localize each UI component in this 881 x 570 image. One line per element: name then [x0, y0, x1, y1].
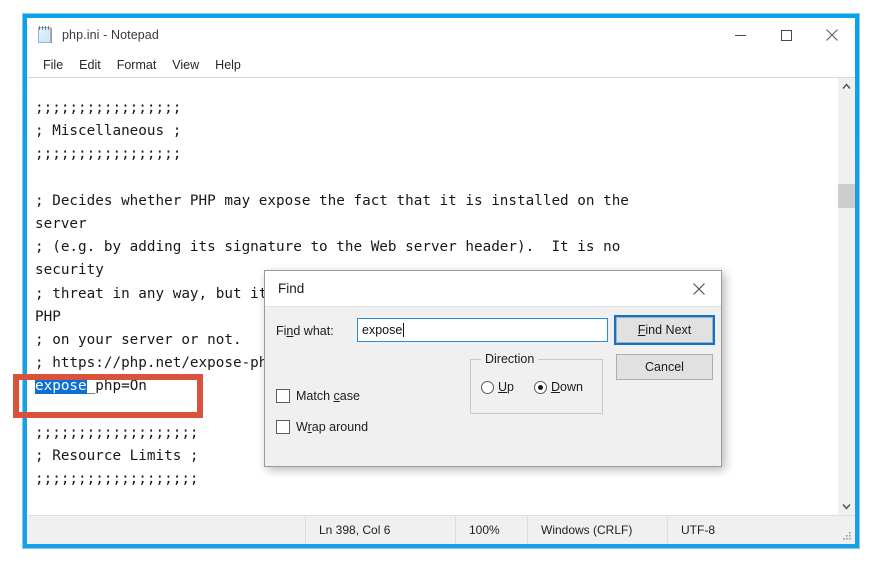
editor-line: ; (e.g. by adding its signature to the W…	[35, 236, 837, 259]
resize-grip-icon[interactable]	[841, 530, 852, 541]
status-bar: Ln 398, Col 6 100% Windows (CRLF) UTF-8	[27, 515, 855, 544]
notepad-window: php.ini - Notepad File Edit Format View …	[27, 18, 855, 544]
selected-text: expose	[35, 378, 87, 394]
wrap-around-label: Wrap around	[296, 420, 368, 434]
status-line-ending: Windows (CRLF)	[528, 516, 668, 544]
chevron-down-icon[interactable]	[838, 498, 855, 515]
direction-group: Direction Up Down	[470, 359, 603, 414]
editor-line: ;;;;;;;;;;;;;;;;;;;	[35, 468, 837, 491]
find-dialog-close-icon[interactable]	[676, 271, 721, 306]
title-bar[interactable]: php.ini - Notepad	[27, 18, 855, 52]
window-controls	[717, 18, 855, 52]
radio-down-label: Down	[551, 380, 583, 394]
radio-down-mark	[534, 381, 547, 394]
notepad-icon	[36, 26, 54, 44]
status-encoding: UTF-8	[668, 516, 768, 544]
find-dialog[interactable]: Find Find what: expose Find Next Cancel …	[264, 270, 722, 467]
find-what-label: Find what:	[276, 324, 334, 338]
text-caret	[403, 323, 404, 337]
cancel-button[interactable]: Cancel	[616, 354, 713, 380]
editor-line: ;;;;;;;;;;;;;;;;;	[35, 97, 837, 120]
window-title: php.ini - Notepad	[62, 28, 159, 42]
menu-item-format[interactable]: Format	[109, 56, 165, 74]
menu-bar: File Edit Format View Help	[27, 52, 855, 77]
vertical-scrollbar[interactable]	[837, 78, 855, 515]
editor-line: ; Miscellaneous ;	[35, 120, 837, 143]
menu-item-file[interactable]: File	[35, 56, 71, 74]
checkbox-match-case[interactable]: Match case	[276, 389, 360, 403]
find-dialog-body: Find what: expose Find Next Cancel Direc…	[265, 307, 721, 466]
notepad-window-frame: php.ini - Notepad File Edit Format View …	[22, 13, 860, 549]
menu-item-help[interactable]: Help	[207, 56, 249, 74]
find-what-input[interactable]: expose	[357, 318, 608, 342]
find-what-value: expose	[362, 323, 402, 337]
radio-direction-down[interactable]: Down	[534, 380, 583, 394]
editor-line: server	[35, 213, 837, 236]
radio-direction-up[interactable]: Up	[481, 380, 514, 394]
match-case-box	[276, 389, 290, 403]
status-zoom-level[interactable]: 100%	[456, 516, 528, 544]
menu-item-view[interactable]: View	[164, 56, 207, 74]
checkbox-wrap-around[interactable]: Wrap around	[276, 420, 368, 434]
editor-line: ; Decides whether PHP may expose the fac…	[35, 190, 837, 213]
status-cursor-position: Ln 398, Col 6	[306, 516, 456, 544]
close-button[interactable]	[809, 18, 855, 52]
radio-up-label: Up	[498, 380, 514, 394]
minimize-button[interactable]	[717, 18, 763, 52]
editor-line: ;;;;;;;;;;;;;;;;;	[35, 143, 837, 166]
editor-line	[35, 167, 837, 190]
radio-up-mark	[481, 381, 494, 394]
match-case-label: Match case	[296, 389, 360, 403]
menu-item-edit[interactable]: Edit	[71, 56, 109, 74]
find-dialog-title-bar[interactable]: Find	[265, 271, 721, 307]
find-next-button[interactable]: Find Next	[616, 317, 713, 343]
scrollbar-thumb[interactable]	[838, 184, 855, 208]
find-dialog-title: Find	[278, 281, 304, 296]
status-bar-spacer	[27, 516, 306, 544]
wrap-around-box	[276, 420, 290, 434]
direction-group-label: Direction	[481, 352, 538, 366]
maximize-button[interactable]	[763, 18, 809, 52]
chevron-up-icon[interactable]	[838, 78, 855, 95]
